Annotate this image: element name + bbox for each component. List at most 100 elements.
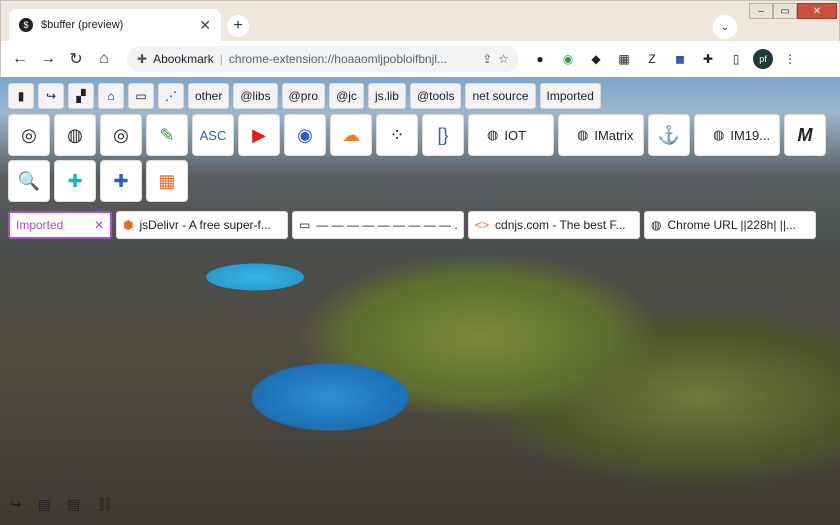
extension-icon-2[interactable]: ◉	[557, 48, 579, 70]
bar-folder-pro[interactable]: @pro	[281, 83, 326, 109]
filter-label: Imported	[16, 218, 64, 232]
bar-icon-chip[interactable]: ⋰	[158, 83, 184, 109]
tab-favicon-icon: $	[19, 18, 33, 32]
shortcut-search-icon[interactable]: 🔍	[8, 160, 50, 202]
document-icon[interactable]: ▤	[38, 496, 51, 513]
browser-toolbar: ← → ↻ ⌂ ✚ Abookmark | chrome-extension:/…	[1, 41, 840, 78]
tab-card-title: Chrome URL ||228h| ||...	[667, 218, 797, 232]
tab-card-folder[interactable]: ▭ — — — — — — — — — ...	[292, 211, 464, 239]
link-icon[interactable]: ⛓	[96, 496, 114, 513]
bar-folder-net-source[interactable]: net source	[465, 83, 536, 109]
open-tabs-row: Imported ✕ ⬢ jsDelivr - A free super-f..…	[8, 211, 816, 239]
shortcut-github-icon[interactable]: ◎	[100, 114, 142, 156]
code-icon: <>	[475, 218, 490, 232]
url-divider: |	[219, 52, 223, 66]
profile-avatar[interactable]: pf	[753, 49, 773, 69]
globe-icon: ◍	[487, 127, 499, 142]
tab-strip: $ $buffer (preview) ✕ + ⌄ – ▭ ✕	[1, 1, 840, 41]
extension-icon-1[interactable]: ●	[529, 48, 551, 70]
extensions-puzzle-icon[interactable]: ✚	[697, 48, 719, 70]
bar-folder-other[interactable]: other	[188, 83, 230, 109]
extension-icon-4[interactable]: ▦	[613, 48, 635, 70]
shortcut-cloudflare-icon[interactable]: ☁	[330, 114, 372, 156]
shortcut-evernote-icon[interactable]: ✎	[146, 114, 188, 156]
bar-icon-chip[interactable]: ▮	[8, 83, 34, 109]
restore-button[interactable]: ▭	[773, 3, 797, 19]
shortcut-grid-row-2: 🔍 ✚ ✚ ▦	[8, 160, 188, 202]
close-window-button[interactable]: ✕	[797, 3, 837, 19]
address-bar[interactable]: ✚ Abookmark | chrome-extension://hoaaoml…	[127, 46, 519, 72]
globe-icon: ◍	[577, 127, 589, 142]
shortcut-windows-icon[interactable]: ▦	[146, 160, 188, 202]
shortcut-iot[interactable]: ◍ IOT	[468, 114, 554, 156]
shortcut-label: IMatrix	[594, 127, 634, 143]
tab-close-icon[interactable]: ✕	[199, 17, 211, 34]
globe-icon: ◍	[651, 218, 662, 232]
extension-icon-5[interactable]: Z	[641, 48, 663, 70]
forward-icon[interactable]: →	[37, 48, 59, 70]
bar-icon-chip[interactable]: ⌂	[98, 83, 124, 109]
folder-icon: ▭	[299, 218, 311, 232]
url-text: chrome-extension://hoaaomljpobloifbnjl..…	[228, 52, 448, 66]
tab-card-title: — — — — — — — — — ...	[316, 218, 457, 232]
shortcut-puzzle-icon[interactable]: ✚	[100, 160, 142, 202]
tab-card-jsdelivr[interactable]: ⬢ jsDelivr - A free super-f...	[116, 211, 288, 239]
notes-icon[interactable]: ▤	[67, 496, 80, 513]
bookmark-star-icon[interactable]: ☆	[498, 52, 509, 66]
jsdelivr-icon: ⬢	[123, 218, 134, 232]
share-icon[interactable]: ⇪	[482, 52, 492, 66]
tab-card-chrome-url[interactable]: ◍ Chrome URL ||228h| ||...	[644, 211, 816, 239]
shortcut-rss-icon[interactable]: ◉	[284, 114, 326, 156]
imported-filter-chip[interactable]: Imported ✕	[8, 211, 112, 239]
shortcut-label: IM19...	[730, 127, 771, 143]
shortcut-puzzle-icon[interactable]: ✚	[54, 160, 96, 202]
shortcut-globe-icon[interactable]: ◍	[54, 114, 96, 156]
back-icon[interactable]: ←	[9, 48, 31, 70]
shortcut-asc-icon[interactable]: ASC	[192, 114, 234, 156]
reload-icon[interactable]: ↻	[65, 48, 87, 70]
extension-puzzle-icon: ✚	[137, 52, 148, 66]
tab-card-title: cdnjs.com - The best F...	[495, 218, 626, 232]
shortcut-youtube-icon[interactable]: ▶	[238, 114, 280, 156]
tab-buffer[interactable]: $ $buffer (preview) ✕	[9, 9, 221, 41]
home-icon[interactable]: ⌂	[93, 48, 115, 70]
newtab-content: ▮ ↪ ▞ ⌂ ▭ ⋰ other @libs @pro @jc js.lib …	[0, 77, 840, 525]
bar-icon-chip[interactable]: ↪	[38, 83, 64, 109]
bar-folder-tools[interactable]: @tools	[409, 83, 462, 109]
shortcut-anchor-icon[interactable]: ⚓	[648, 114, 690, 156]
extension-icon-3[interactable]: ◆	[585, 48, 607, 70]
menu-kebab-icon[interactable]: ⋮	[779, 48, 801, 70]
window-controls: – ▭ ✕	[749, 3, 837, 19]
shortcut-github-icon[interactable]: ◎	[8, 114, 50, 156]
new-tab-button[interactable]: +	[227, 15, 249, 37]
tab-card-title: jsDelivr - A free super-f...	[139, 218, 271, 232]
bar-folder-jslib[interactable]: js.lib	[367, 83, 406, 109]
bar-icon-chip[interactable]: ▭	[128, 83, 154, 109]
shortcut-imatrix[interactable]: ◍ IMatrix	[558, 114, 644, 156]
tab-card-cdnjs[interactable]: <> cdnjs.com - The best F...	[468, 211, 640, 239]
close-icon[interactable]: ✕	[94, 218, 104, 232]
globe-icon: ◍	[713, 127, 725, 142]
tab-search-button[interactable]: ⌄	[713, 15, 737, 39]
nav-buttons: ← → ↻ ⌂	[1, 48, 129, 70]
site-name: Abookmark	[153, 52, 214, 66]
shortcut-label: IOT	[504, 127, 527, 143]
minimize-button[interactable]: –	[749, 3, 773, 19]
shortcut-dots-icon[interactable]: ⁘	[376, 114, 418, 156]
browser-chrome: $ $buffer (preview) ✕ + ⌄ – ▭ ✕ ← → ↻ ⌂ …	[0, 0, 840, 78]
side-panel-icon[interactable]: ▯	[725, 48, 747, 70]
bookmark-bar: ▮ ↪ ▞ ⌂ ▭ ⋰ other @libs @pro @jc js.lib …	[8, 83, 601, 109]
bar-folder-libs[interactable]: @libs	[233, 83, 278, 109]
bar-folder-jc[interactable]: @jc	[329, 83, 364, 109]
bar-folder-imported[interactable]: Imported	[539, 83, 601, 109]
shortcut-brackets-icon[interactable]: [}	[422, 114, 464, 156]
share-icon[interactable]: ↪	[10, 496, 22, 513]
bar-icon-chip[interactable]: ▞	[68, 83, 94, 109]
tab-title: $buffer (preview)	[41, 19, 124, 31]
extension-icon-6[interactable]: ◼	[669, 48, 691, 70]
shortcut-m-icon[interactable]: M	[784, 114, 826, 156]
bottom-toolbar: ↪ ▤ ▤ ⛓	[10, 496, 114, 513]
shortcut-grid-row-1: ◎ ◍ ◎ ✎ ASC ▶ ◉ ☁ ⁘ [} ◍ IOT ◍ IMatrix ⚓…	[8, 114, 826, 156]
shortcut-im19[interactable]: ◍ IM19...	[694, 114, 780, 156]
extensions-area: ● ◉ ◆ ▦ Z ◼ ✚ ▯ pf ⋮	[529, 48, 801, 70]
